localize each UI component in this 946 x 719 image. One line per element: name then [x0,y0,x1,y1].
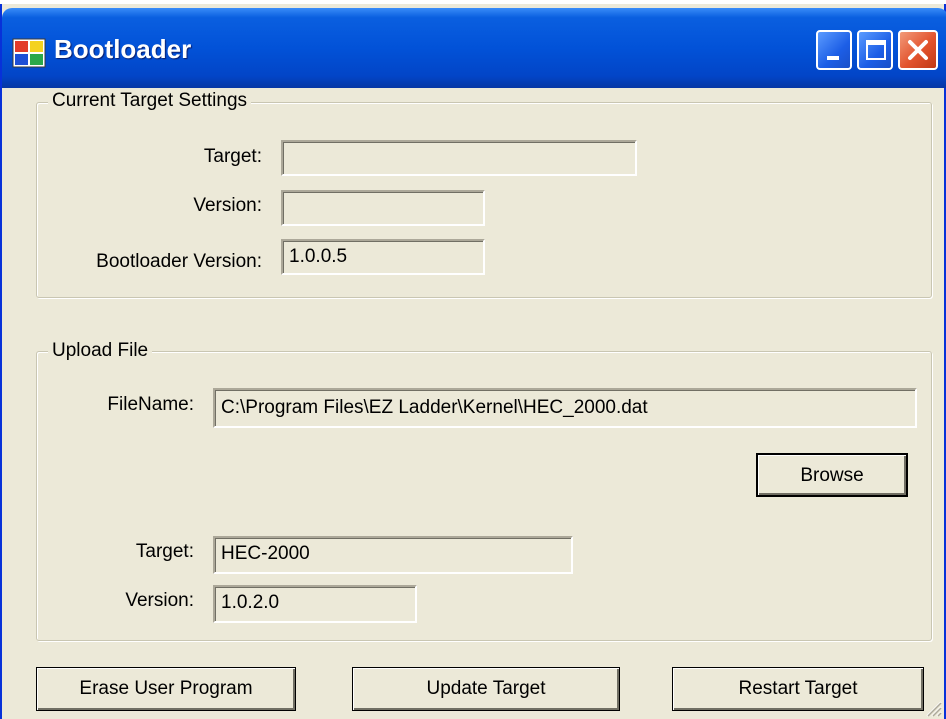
filename-label: FileName: [107,394,194,415]
current-target-label: Target: [203,146,262,167]
current-version-label: Version: [193,195,262,216]
app-icon [12,38,46,68]
upload-target-field[interactable]: HEC-2000 [213,536,573,574]
maximize-button[interactable] [857,30,893,70]
upload-version-label: Version: [125,590,194,611]
close-icon [908,40,928,60]
minimize-icon [827,56,839,60]
current-target-field[interactable] [281,140,637,176]
bootloader-version-label: Bootloader Version: [96,251,262,272]
current-target-legend: Current Target Settings [48,90,252,112]
filename-field[interactable]: C:\Program Files\EZ Ladder\Kernel\HEC_20… [213,388,917,428]
bootloader-version-field[interactable]: 1.0.0.5 [281,239,485,275]
maximize-icon [866,40,886,60]
upload-file-legend: Upload File [48,340,153,362]
close-button[interactable] [898,30,938,70]
erase-user-program-button[interactable]: Erase User Program [36,667,296,711]
upload-version-field[interactable]: 1.0.2.0 [213,585,417,623]
update-target-button[interactable]: Update Target [352,667,620,711]
browse-button[interactable]: Browse [756,453,908,497]
current-version-field[interactable] [281,190,485,226]
upload-target-label: Target: [135,541,194,562]
title-bar[interactable]: Bootloader [2,8,946,88]
window-title: Bootloader [54,34,192,64]
minimize-button[interactable] [816,30,852,70]
bootloader-window: Bootloader Current Target Settings Targe… [0,4,946,719]
restart-target-button[interactable]: Restart Target [672,667,924,711]
resize-grip-icon[interactable] [924,699,942,717]
